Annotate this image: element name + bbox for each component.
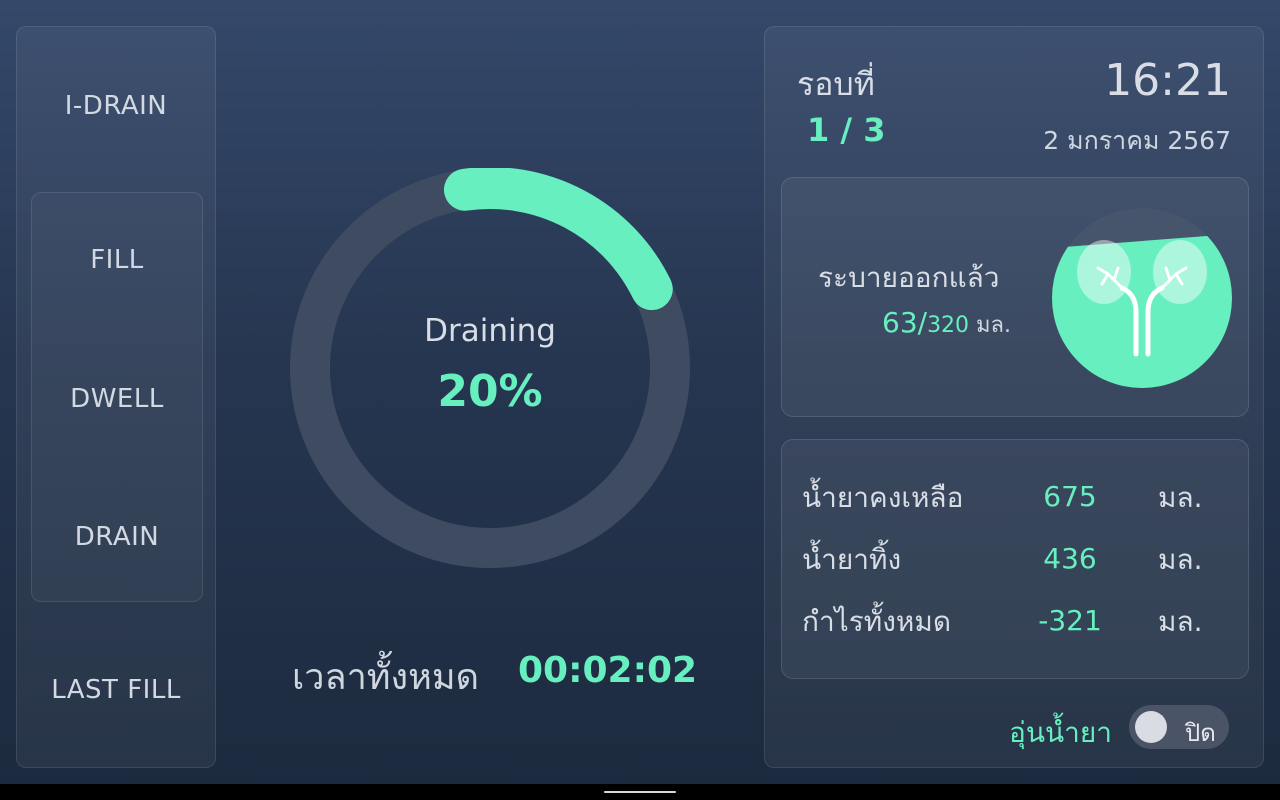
phase-drain[interactable]: DRAIN bbox=[32, 522, 202, 552]
stat-value: 675 bbox=[1043, 480, 1097, 513]
toggle-knob bbox=[1135, 711, 1167, 743]
toggle-state-text: ปิด bbox=[1185, 719, 1216, 747]
drained-card: ระบายออกแล้ว 63/320 มล. bbox=[781, 177, 1249, 417]
stat-label: น้ำยาทิ้ง bbox=[802, 543, 902, 576]
phase-i-drain[interactable]: I-DRAIN bbox=[17, 91, 215, 121]
phase-cycle-group: FILL DWELL DRAIN bbox=[31, 192, 203, 602]
warmer-toggle[interactable]: ปิด bbox=[1129, 705, 1229, 749]
phase-panel: I-DRAIN FILL DWELL DRAIN LAST FILL bbox=[16, 26, 216, 768]
round-label: รอบที่ bbox=[797, 65, 875, 103]
stat-row-total-gain: กำไรทั้งหมด -321 มล. bbox=[782, 600, 1248, 640]
stat-unit: มล. bbox=[1158, 543, 1203, 576]
info-panel: รอบที่ 1 / 3 16:21 2 มกราคม 2567 ระบายออ… bbox=[764, 26, 1264, 768]
progress-arc bbox=[443, 168, 673, 311]
stat-unit: มล. bbox=[1158, 605, 1203, 638]
stat-label: น้ำยาคงเหลือ bbox=[802, 481, 964, 514]
drained-current: 63/ bbox=[882, 306, 928, 339]
clock-time: 16:21 bbox=[1104, 55, 1231, 106]
stat-unit: มล. bbox=[1158, 481, 1203, 514]
home-gesture-handle[interactable] bbox=[604, 791, 676, 793]
warmer-label: อุ่นน้ำยา bbox=[1009, 716, 1112, 749]
total-time-value: 00:02:02 bbox=[518, 650, 698, 691]
drained-total: 320 bbox=[927, 313, 970, 338]
phase-fill[interactable]: FILL bbox=[32, 245, 202, 275]
system-nav-bar bbox=[0, 784, 1280, 800]
kidney-icon bbox=[1052, 208, 1232, 388]
stat-row-discarded: น้ำยาทิ้ง 436 มล. bbox=[782, 538, 1248, 578]
stat-label: กำไรทั้งหมด bbox=[802, 605, 952, 638]
progress-percent: 20% bbox=[437, 366, 543, 417]
stat-value: -321 bbox=[1038, 604, 1102, 637]
status-label: Draining bbox=[424, 313, 556, 349]
stats-card: น้ำยาคงเหลือ 675 มล. น้ำยาทิ้ง 436 มล. ก… bbox=[781, 439, 1249, 679]
drained-label: ระบายออกแล้ว bbox=[818, 261, 1000, 294]
stat-value: 436 bbox=[1043, 542, 1097, 575]
drained-unit: มล. bbox=[969, 313, 1012, 338]
progress-ring: Draining 20% bbox=[290, 168, 690, 568]
stat-row-remaining: น้ำยาคงเหลือ 675 มล. bbox=[782, 476, 1248, 516]
clock-date: 2 มกราคม 2567 bbox=[1043, 126, 1231, 155]
round-value: 1 / 3 bbox=[807, 111, 886, 149]
total-time-label: เวลาทั้งหมด bbox=[292, 657, 479, 698]
phase-last-fill[interactable]: LAST FILL bbox=[17, 675, 215, 705]
phase-dwell[interactable]: DWELL bbox=[32, 384, 202, 414]
drained-amount: 63/320 มล. bbox=[882, 306, 1011, 342]
